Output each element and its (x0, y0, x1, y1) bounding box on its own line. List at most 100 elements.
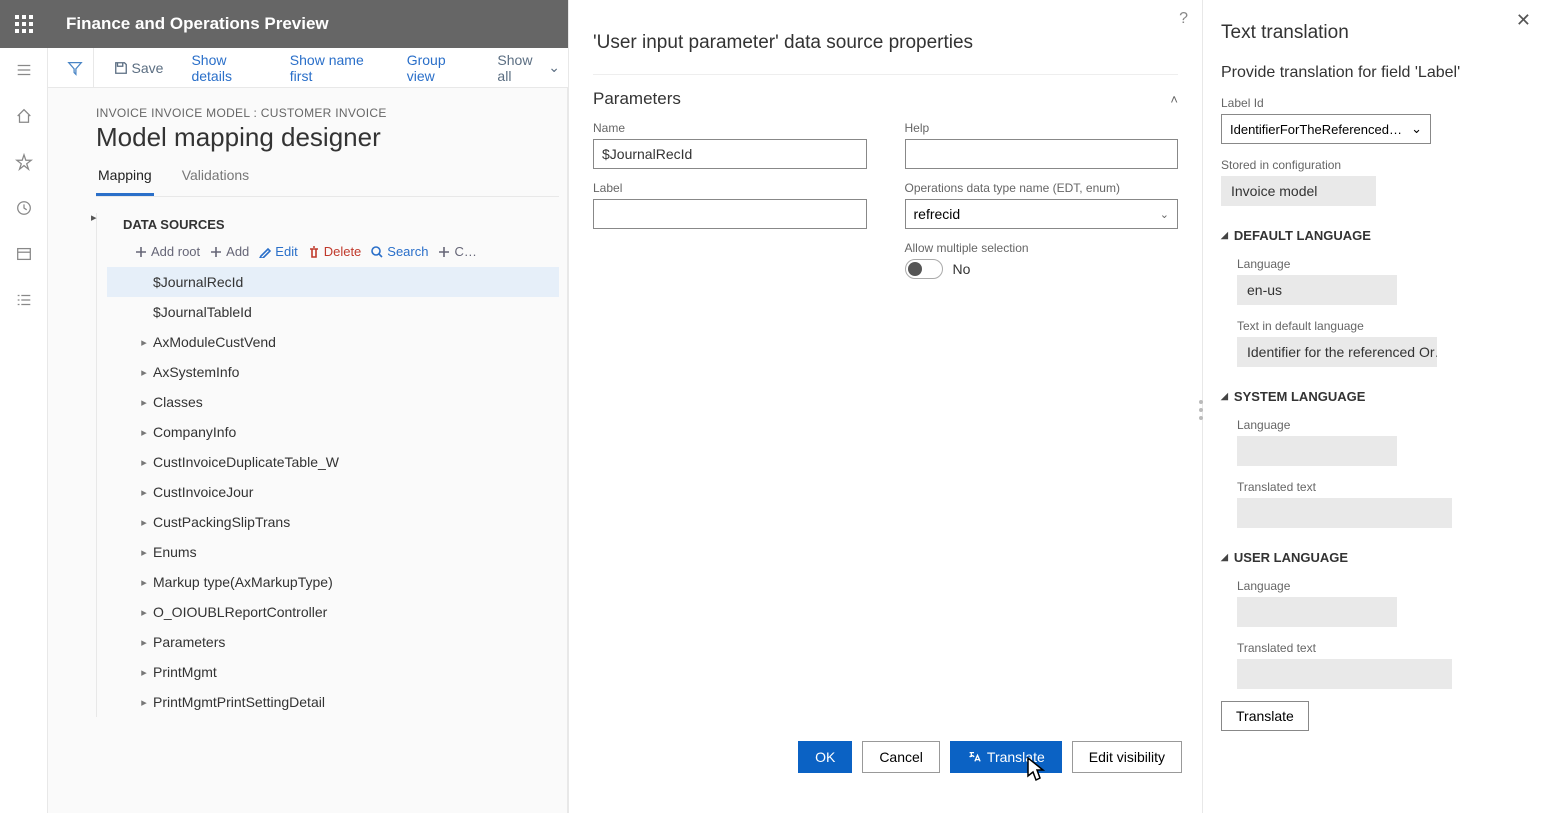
default-lang-label: Language (1237, 257, 1519, 271)
page-title: Model mapping designer (96, 122, 559, 153)
close-button[interactable]: ✕ (1516, 10, 1531, 31)
system-lang-group[interactable]: ◢SYSTEM LANGUAGE (1221, 389, 1519, 404)
user-text-label: Translated text (1237, 641, 1519, 655)
more-action[interactable]: C… (438, 244, 476, 259)
tree-item-label: CustInvoiceDuplicateTable_W (153, 454, 339, 470)
name-input[interactable] (593, 139, 867, 169)
tree-item[interactable]: ▸CustPackingSlipTrans (107, 507, 559, 537)
system-lang-label: Language (1237, 418, 1519, 432)
tree-item-label: PrintMgmt (153, 664, 217, 680)
tree-item-label: $JournalRecId (153, 274, 243, 290)
default-lang-head: DEFAULT LANGUAGE (1234, 228, 1371, 243)
user-lang-group[interactable]: ◢USER LANGUAGE (1221, 550, 1519, 565)
tree-item[interactable]: ▸Classes (107, 387, 559, 417)
allow-multiple-toggle[interactable] (905, 259, 943, 279)
tab-validations[interactable]: Validations (180, 159, 251, 196)
stored-label: Stored in configuration (1221, 158, 1519, 172)
parameters-section-toggle[interactable]: Parameters ˄ (593, 75, 1178, 119)
filter-icon (66, 59, 84, 77)
modules-button[interactable] (4, 286, 44, 314)
chevron-down-icon: ⌄ (1160, 208, 1169, 221)
expand-caret-icon: ▸ (135, 516, 153, 529)
expand-caret-icon: ▸ (135, 426, 153, 439)
search-button[interactable]: Search (371, 244, 428, 259)
help-button[interactable]: ? (1179, 10, 1188, 28)
tree-item[interactable]: ▸CustInvoiceDuplicateTable_W (107, 447, 559, 477)
search-label: Search (387, 244, 428, 259)
user-lang-value (1237, 597, 1397, 627)
delete-label: Delete (324, 244, 362, 259)
hamburger-icon (15, 61, 33, 79)
app-launcher[interactable] (0, 0, 48, 48)
expand-caret-icon: ▸ (135, 666, 153, 679)
tree-item-label: $JournalTableId (153, 304, 252, 320)
cancel-button[interactable]: Cancel (862, 741, 940, 773)
label-label: Label (593, 181, 867, 195)
workspace-icon (15, 245, 33, 263)
breadcrumb: INVOICE INVOICE MODEL : CUSTOMER INVOICE (96, 106, 559, 120)
hamburger-button[interactable] (4, 56, 44, 84)
help-label: Help (905, 121, 1179, 135)
tab-mapping[interactable]: Mapping (96, 159, 154, 196)
expand-caret-icon: ▸ (135, 366, 153, 379)
show-name-first-label: Show name first (290, 52, 379, 84)
add-root-button[interactable]: Add root (135, 244, 200, 259)
expand-caret-icon: ▸ (135, 696, 153, 709)
tree-item[interactable]: ▸PrintMgmt (107, 657, 559, 687)
section-title: Parameters (593, 89, 681, 109)
app-title: Finance and Operations Preview (48, 14, 329, 34)
add-label: Add (226, 244, 249, 259)
label-input[interactable] (593, 199, 867, 229)
show-all-label: Show all (497, 52, 542, 84)
expand-caret-icon: ▸ (135, 606, 153, 619)
allow-multiple-value: No (953, 261, 971, 277)
triangle-icon: ◢ (1221, 391, 1228, 402)
recent-button[interactable] (4, 194, 44, 222)
tree-item[interactable]: ▸Markup type(AxMarkupType) (107, 567, 559, 597)
delete-button[interactable]: Delete (308, 244, 362, 259)
tree-item[interactable]: ▸AxModuleCustVend (107, 327, 559, 357)
add-button[interactable]: Add (210, 244, 249, 259)
triangle-icon: ◢ (1221, 552, 1228, 563)
plus-icon (438, 246, 450, 258)
favorites-button[interactable] (4, 148, 44, 176)
tree-item[interactable]: ▸AxSystemInfo (107, 357, 559, 387)
tree-item[interactable]: ▸PrintMgmtPrintSettingDetail (107, 687, 559, 717)
tree-item[interactable]: ▸Enums (107, 537, 559, 567)
show-details-button[interactable]: Show details (183, 48, 269, 88)
modules-icon (15, 291, 33, 309)
tree-item[interactable]: ▸Parameters (107, 627, 559, 657)
expand-caret-icon: ▸ (135, 456, 153, 469)
filter-button[interactable] (58, 48, 94, 87)
show-all-button[interactable]: Show all⌄ (489, 48, 568, 88)
group-view-label: Group view (407, 52, 470, 84)
expand-caret-icon: ▸ (135, 636, 153, 649)
edit-button[interactable]: Edit (259, 244, 297, 259)
side-subtitle: Provide translation for field 'Label' (1221, 64, 1519, 82)
user-text-value (1237, 659, 1452, 689)
save-button[interactable]: Save (106, 56, 172, 80)
tree-item[interactable]: ▸O_OIOUBLReportController (107, 597, 559, 627)
tree-item-label: Classes (153, 394, 203, 410)
default-lang-group[interactable]: ◢DEFAULT LANGUAGE (1221, 228, 1519, 243)
help-input[interactable] (905, 139, 1179, 169)
save-label: Save (132, 60, 164, 76)
group-view-button[interactable]: Group view (399, 48, 478, 88)
labelid-select[interactable]: IdentifierForTheReferencedOr… ⌄ (1221, 114, 1431, 144)
tree-item[interactable]: ▸CustInvoiceJour (107, 477, 559, 507)
edit-visibility-button[interactable]: Edit visibility (1072, 741, 1182, 773)
ok-button[interactable]: OK (798, 741, 852, 773)
workspaces-button[interactable] (4, 240, 44, 268)
tree-item-label: PrintMgmtPrintSettingDetail (153, 694, 325, 710)
tree-item[interactable]: ▸$JournalTableId (107, 297, 559, 327)
stored-value: Invoice model (1221, 176, 1376, 206)
side-translate-button[interactable]: Translate (1221, 701, 1309, 731)
home-button[interactable] (4, 102, 44, 130)
edt-select[interactable]: refrecid ⌄ (905, 199, 1179, 229)
tree-collapse-toggle[interactable]: ▸ (91, 211, 97, 224)
tree-item[interactable]: ▸$JournalRecId (107, 267, 559, 297)
translate-button[interactable]: Translate (950, 741, 1062, 773)
tree-item[interactable]: ▸CompanyInfo (107, 417, 559, 447)
show-name-first-button[interactable]: Show name first (282, 48, 387, 88)
expand-caret-icon: ▸ (135, 486, 153, 499)
